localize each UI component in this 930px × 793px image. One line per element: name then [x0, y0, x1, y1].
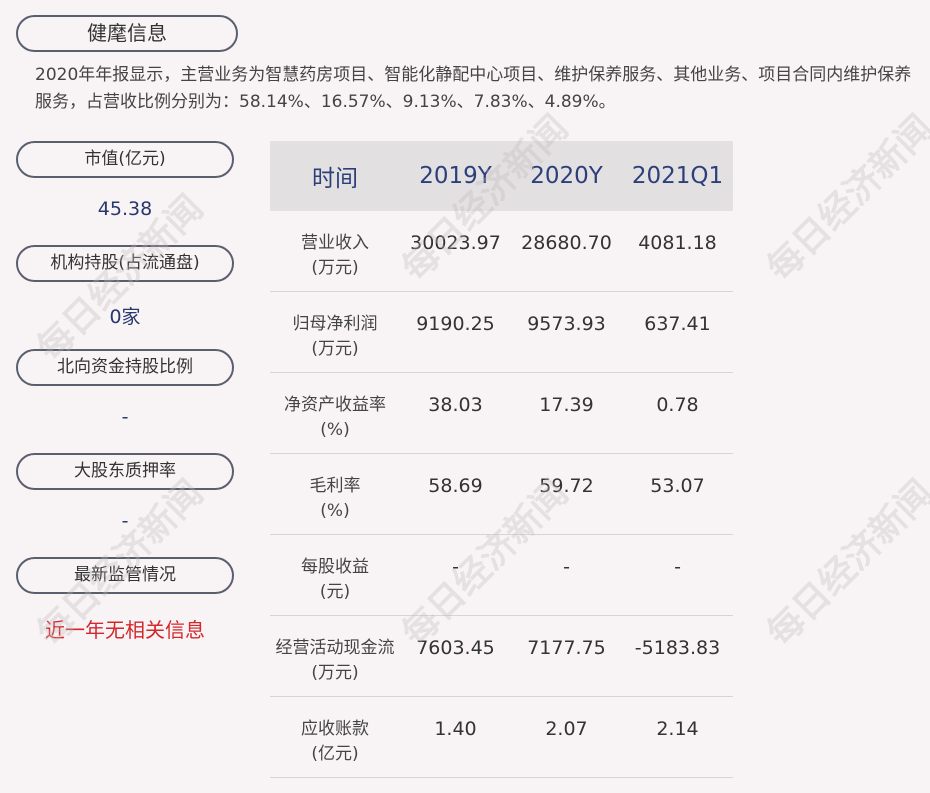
watermark: 每日经济新闻: [758, 471, 930, 655]
row-label: 归母净利润 (万元): [292, 314, 378, 359]
row-label: 净资产收益率 (%): [284, 395, 386, 440]
table-cell: -: [452, 556, 459, 578]
table-cell: 637.41: [644, 313, 711, 335]
table-header: 时间 2019Y 2020Y 2021Q1: [270, 141, 733, 211]
table-cell: -: [563, 556, 570, 578]
table-cell: 0.78: [656, 394, 699, 416]
table-cell: 30023.97: [410, 232, 501, 254]
table-cell: 28680.70: [521, 232, 612, 254]
table-cell: -: [674, 556, 681, 578]
row-label: 毛利率 (%): [309, 476, 361, 521]
table-row: 应收账款 (亿元) 1.40 2.07 2.14: [270, 697, 733, 778]
row-label: 应收账款 (亿元): [301, 719, 369, 764]
regulation-label: 最新监管情况: [16, 557, 234, 594]
table-row: 净资产收益率 (%) 38.03 17.39 0.78: [270, 373, 733, 454]
pledge-rate-label: 大股东质押率: [16, 453, 234, 490]
table-cell: 2.07: [545, 718, 588, 740]
table-cell: 9573.93: [527, 313, 606, 335]
table-row: 营业收入 (万元) 30023.97 28680.70 4081.18: [270, 211, 733, 292]
header-2021q1: 2021Q1: [631, 163, 724, 189]
table-cell: 53.07: [650, 475, 705, 497]
northbound-holding-value: -: [121, 406, 129, 428]
row-label: 经营活动现金流 (万元): [275, 638, 395, 683]
table-cell: 17.39: [539, 394, 594, 416]
institution-holding-value: 0家: [109, 306, 141, 328]
table-row: 经营活动现金流 (万元) 7603.45 7177.75 -5183.83: [270, 616, 733, 697]
row-label: 每股收益 (元): [301, 557, 369, 602]
table-row: 每股收益 (元) - - -: [270, 535, 733, 616]
table-cell: 9190.25: [416, 313, 495, 335]
table-cell: 2.14: [656, 718, 699, 740]
table-row: 归母净利润 (万元) 9190.25 9573.93 637.41: [270, 292, 733, 373]
table-cell: -5183.83: [634, 637, 721, 659]
table-cell: 7177.75: [527, 637, 606, 659]
company-name-pill: 健麾信息: [16, 15, 238, 52]
institution-holding-label: 机构持股(占流通盘): [16, 245, 234, 282]
table-cell: 4081.18: [638, 232, 717, 254]
header-2019: 2019Y: [419, 163, 492, 189]
table-row: 毛利率 (%) 58.69 59.72 53.07: [270, 454, 733, 535]
pledge-rate-value: -: [121, 510, 129, 532]
row-label: 营业收入 (万元): [301, 233, 369, 278]
market-cap-label: 市值(亿元): [16, 141, 234, 178]
table-cell: 1.40: [434, 718, 477, 740]
business-summary: 2020年年报显示，主营业务为智慧药房项目、智能化静配中心项目、维护保养服务、其…: [35, 65, 912, 112]
regulation-value: 近一年无相关信息: [45, 618, 205, 642]
watermark: 每日经济新闻: [758, 106, 930, 290]
table-cell: 38.03: [428, 394, 483, 416]
header-2020: 2020Y: [530, 163, 603, 189]
table-cell: 59.72: [539, 475, 594, 497]
header-time: 时间: [312, 166, 358, 192]
northbound-holding-label: 北向资金持股比例: [16, 349, 234, 386]
table-cell: 7603.45: [416, 637, 495, 659]
financial-table: 时间 2019Y 2020Y 2021Q1 营业收入 (万元) 30023.97 …: [270, 141, 733, 778]
market-cap-value: 45.38: [97, 198, 153, 220]
table-cell: 58.69: [428, 475, 483, 497]
